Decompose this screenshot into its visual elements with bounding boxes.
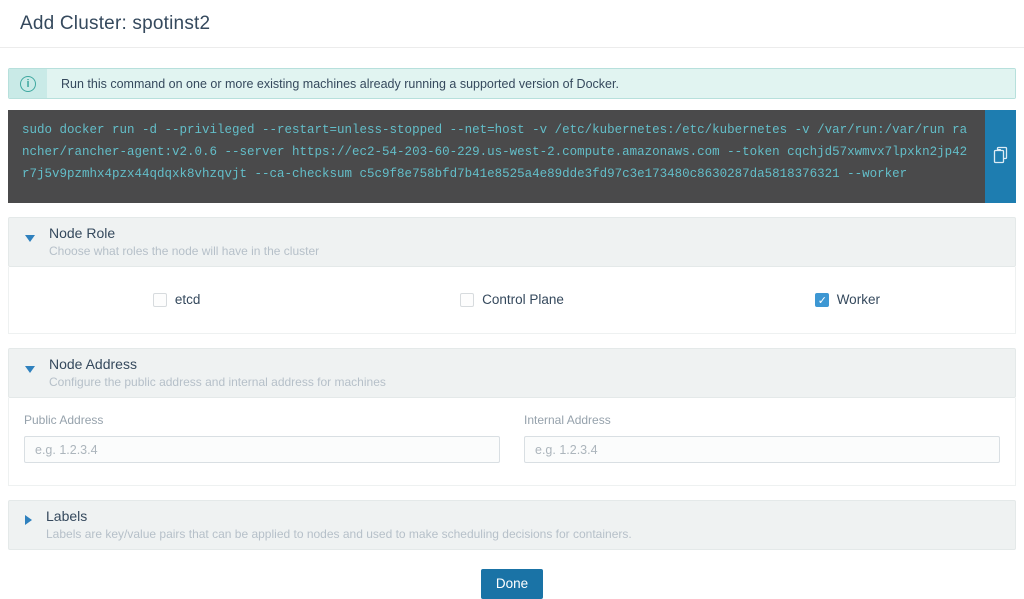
- section-node-role-header[interactable]: Node Role Choose what roles the node wil…: [8, 217, 1016, 267]
- section-node-role-subtitle: Choose what roles the node will have in …: [49, 244, 319, 258]
- public-address-input[interactable]: [24, 436, 500, 463]
- clipboard-icon: [993, 146, 1009, 167]
- section-node-address-title: Node Address: [49, 356, 386, 372]
- done-button[interactable]: Done: [481, 569, 543, 599]
- control-plane-checkbox[interactable]: [460, 293, 474, 307]
- section-labels-header[interactable]: Labels Labels are key/value pairs that c…: [8, 500, 1016, 550]
- section-labels-subtitle: Labels are key/value pairs that can be a…: [46, 527, 632, 541]
- public-address-label: Public Address: [24, 413, 500, 427]
- chevron-down-icon: [25, 366, 35, 373]
- page-header: Add Cluster: spotinst2: [0, 0, 1024, 48]
- worker-checkbox-label: Worker: [837, 292, 880, 307]
- internal-address-field-group: Internal Address: [524, 413, 1000, 463]
- main-content: i Run this command on one or more existi…: [0, 68, 1024, 599]
- info-banner: i Run this command on one or more existi…: [8, 68, 1016, 99]
- section-node-address-header[interactable]: Node Address Configure the public addres…: [8, 348, 1016, 398]
- section-node-address-body: Public Address Internal Address: [8, 398, 1016, 486]
- footer: Done: [8, 569, 1016, 599]
- info-banner-icon-cell: i: [9, 69, 47, 98]
- docker-command-block: sudo docker run -d --privileged --restar…: [8, 110, 1016, 203]
- section-node-address-subtitle: Configure the public address and interna…: [49, 375, 386, 389]
- section-node-role-title: Node Role: [49, 225, 319, 241]
- public-address-field-group: Public Address: [24, 413, 500, 463]
- info-banner-message: Run this command on one or more existing…: [47, 69, 1015, 98]
- etcd-checkbox-label: etcd: [175, 292, 201, 307]
- worker-checkbox[interactable]: [815, 293, 829, 307]
- info-icon: i: [20, 76, 36, 92]
- docker-command-text[interactable]: sudo docker run -d --privileged --restar…: [8, 110, 985, 203]
- node-address-fields: Public Address Internal Address: [9, 398, 1015, 485]
- section-labels: Labels Labels are key/value pairs that c…: [8, 500, 1016, 550]
- role-option-control-plane[interactable]: Control Plane: [344, 292, 679, 307]
- copy-command-button[interactable]: [985, 110, 1016, 203]
- page-title: Add Cluster: spotinst2: [20, 13, 1004, 35]
- role-option-worker[interactable]: Worker: [680, 292, 1015, 307]
- node-role-options: etcd Control Plane Worker: [9, 267, 1015, 333]
- chevron-right-icon: [25, 515, 32, 525]
- internal-address-input[interactable]: [524, 436, 1000, 463]
- section-node-address: Node Address Configure the public addres…: [8, 348, 1016, 486]
- section-labels-title: Labels: [46, 508, 632, 524]
- role-option-etcd[interactable]: etcd: [9, 292, 344, 307]
- section-node-role-body: etcd Control Plane Worker: [8, 267, 1016, 334]
- section-node-role: Node Role Choose what roles the node wil…: [8, 217, 1016, 334]
- chevron-down-icon: [25, 235, 35, 242]
- control-plane-checkbox-label: Control Plane: [482, 292, 564, 307]
- etcd-checkbox[interactable]: [153, 293, 167, 307]
- internal-address-label: Internal Address: [524, 413, 1000, 427]
